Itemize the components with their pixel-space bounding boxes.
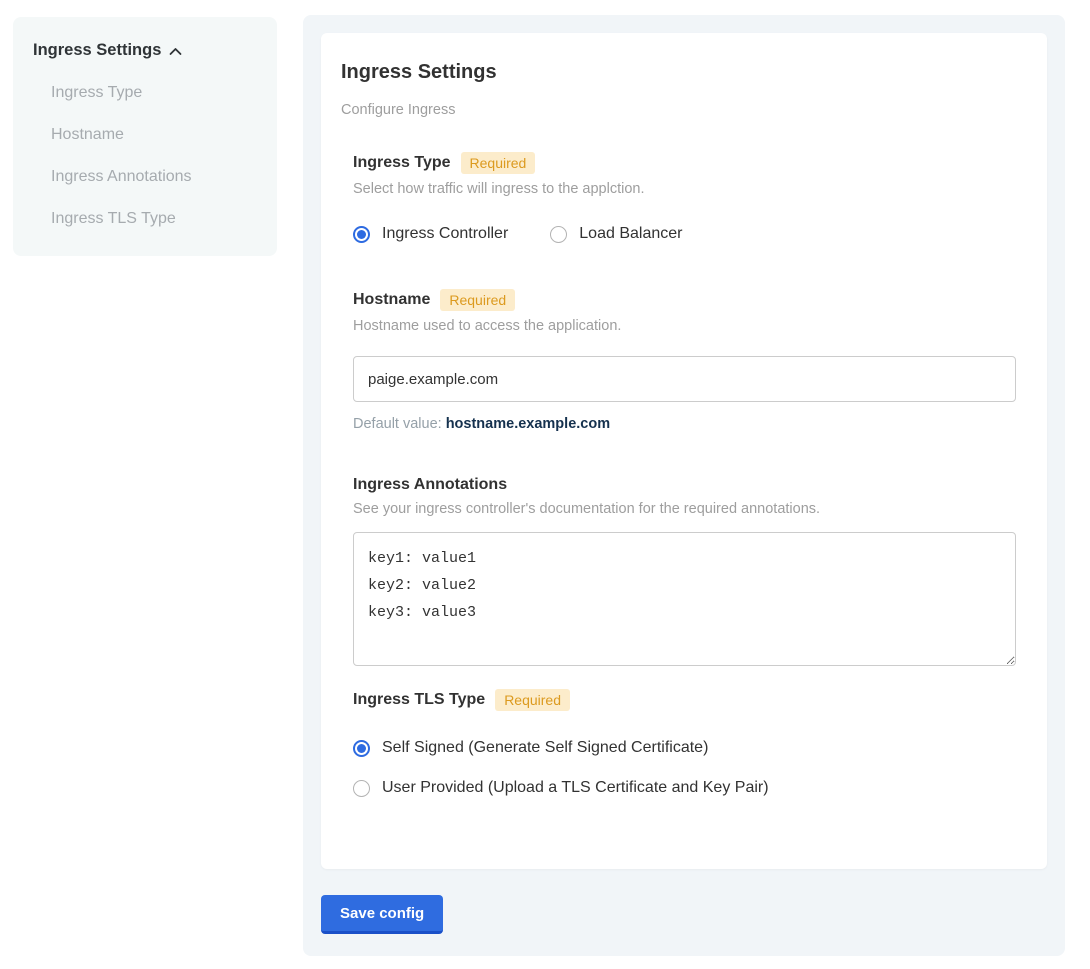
ingress-type-radio-group: Ingress Controller Load Balancer	[353, 225, 1015, 243]
chevron-up-icon	[169, 47, 182, 56]
radio-label: Ingress Controller	[382, 225, 508, 243]
field-help: See your ingress controller's documentat…	[353, 501, 1015, 517]
field-help: Select how traffic will ingress to the a…	[353, 181, 1015, 197]
field-help: Hostname used to access the application.	[353, 318, 1015, 334]
radio-user-provided[interactable]: User Provided (Upload a TLS Certificate …	[353, 779, 1015, 797]
radio-ingress-controller[interactable]: Ingress Controller	[353, 225, 508, 243]
field-tls-header: Ingress TLS Type Required	[353, 689, 1015, 711]
hostname-default-value: Default value: hostname.example.com	[353, 416, 1015, 432]
config-panel: Ingress Settings Configure Ingress Ingre…	[303, 15, 1065, 956]
radio-load-balancer[interactable]: Load Balancer	[550, 225, 682, 243]
radio-icon	[353, 226, 370, 243]
hostname-input[interactable]	[353, 356, 1016, 402]
required-badge: Required	[440, 289, 515, 311]
radio-label: Self Signed (Generate Self Signed Certif…	[382, 739, 708, 757]
default-value-text: hostname.example.com	[446, 416, 610, 432]
radio-self-signed[interactable]: Self Signed (Generate Self Signed Certif…	[353, 739, 1015, 757]
page-layout: Ingress Settings Ingress Type Hostname I…	[0, 0, 1090, 956]
tls-type-radio-group: Self Signed (Generate Self Signed Certif…	[353, 739, 1015, 797]
sidebar-item-list: Ingress Type Hostname Ingress Annotation…	[33, 84, 257, 228]
field-hostname-header: Hostname Required	[353, 289, 1015, 311]
required-badge: Required	[495, 689, 570, 711]
radio-label: Load Balancer	[579, 225, 682, 243]
field-annotations-header: Ingress Annotations	[353, 476, 1015, 494]
sidebar-item-hostname[interactable]: Hostname	[51, 126, 257, 144]
field-title: Ingress Annotations	[353, 476, 507, 494]
field-ingress-tls-type: Ingress TLS Type Required Self Signed (G…	[353, 689, 1015, 797]
sidebar-group-ingress-settings[interactable]: Ingress Settings	[33, 41, 257, 60]
default-value-label: Default value:	[353, 416, 442, 432]
required-badge: Required	[461, 152, 536, 174]
field-ingress-type: Ingress Type Required Select how traffic…	[353, 152, 1015, 243]
field-title: Hostname	[353, 291, 430, 309]
sidebar-group-title: Ingress Settings	[33, 41, 161, 60]
field-ingress-type-header: Ingress Type Required	[353, 152, 1015, 174]
card-sections: Ingress Type Required Select how traffic…	[353, 152, 1015, 797]
sidebar-item-ingress-tls-type[interactable]: Ingress TLS Type	[51, 210, 257, 228]
field-title: Ingress TLS Type	[353, 691, 485, 709]
radio-icon	[353, 780, 370, 797]
card-subtitle: Configure Ingress	[341, 102, 1015, 118]
ingress-annotations-textarea[interactable]: key1: value1 key2: value2 key3: value3	[353, 532, 1016, 666]
save-config-button[interactable]: Save config	[321, 895, 443, 934]
field-hostname: Hostname Required Hostname used to acces…	[353, 289, 1015, 432]
card-title: Ingress Settings	[341, 61, 1015, 84]
config-sidebar: Ingress Settings Ingress Type Hostname I…	[13, 17, 277, 256]
ingress-settings-card: Ingress Settings Configure Ingress Ingre…	[321, 33, 1047, 869]
field-ingress-annotations: Ingress Annotations See your ingress con…	[353, 476, 1015, 671]
sidebar-item-ingress-type[interactable]: Ingress Type	[51, 84, 257, 102]
radio-icon	[550, 226, 567, 243]
radio-icon	[353, 740, 370, 757]
sidebar-item-ingress-annotations[interactable]: Ingress Annotations	[51, 168, 257, 186]
field-title: Ingress Type	[353, 154, 451, 172]
radio-label: User Provided (Upload a TLS Certificate …	[382, 779, 769, 797]
